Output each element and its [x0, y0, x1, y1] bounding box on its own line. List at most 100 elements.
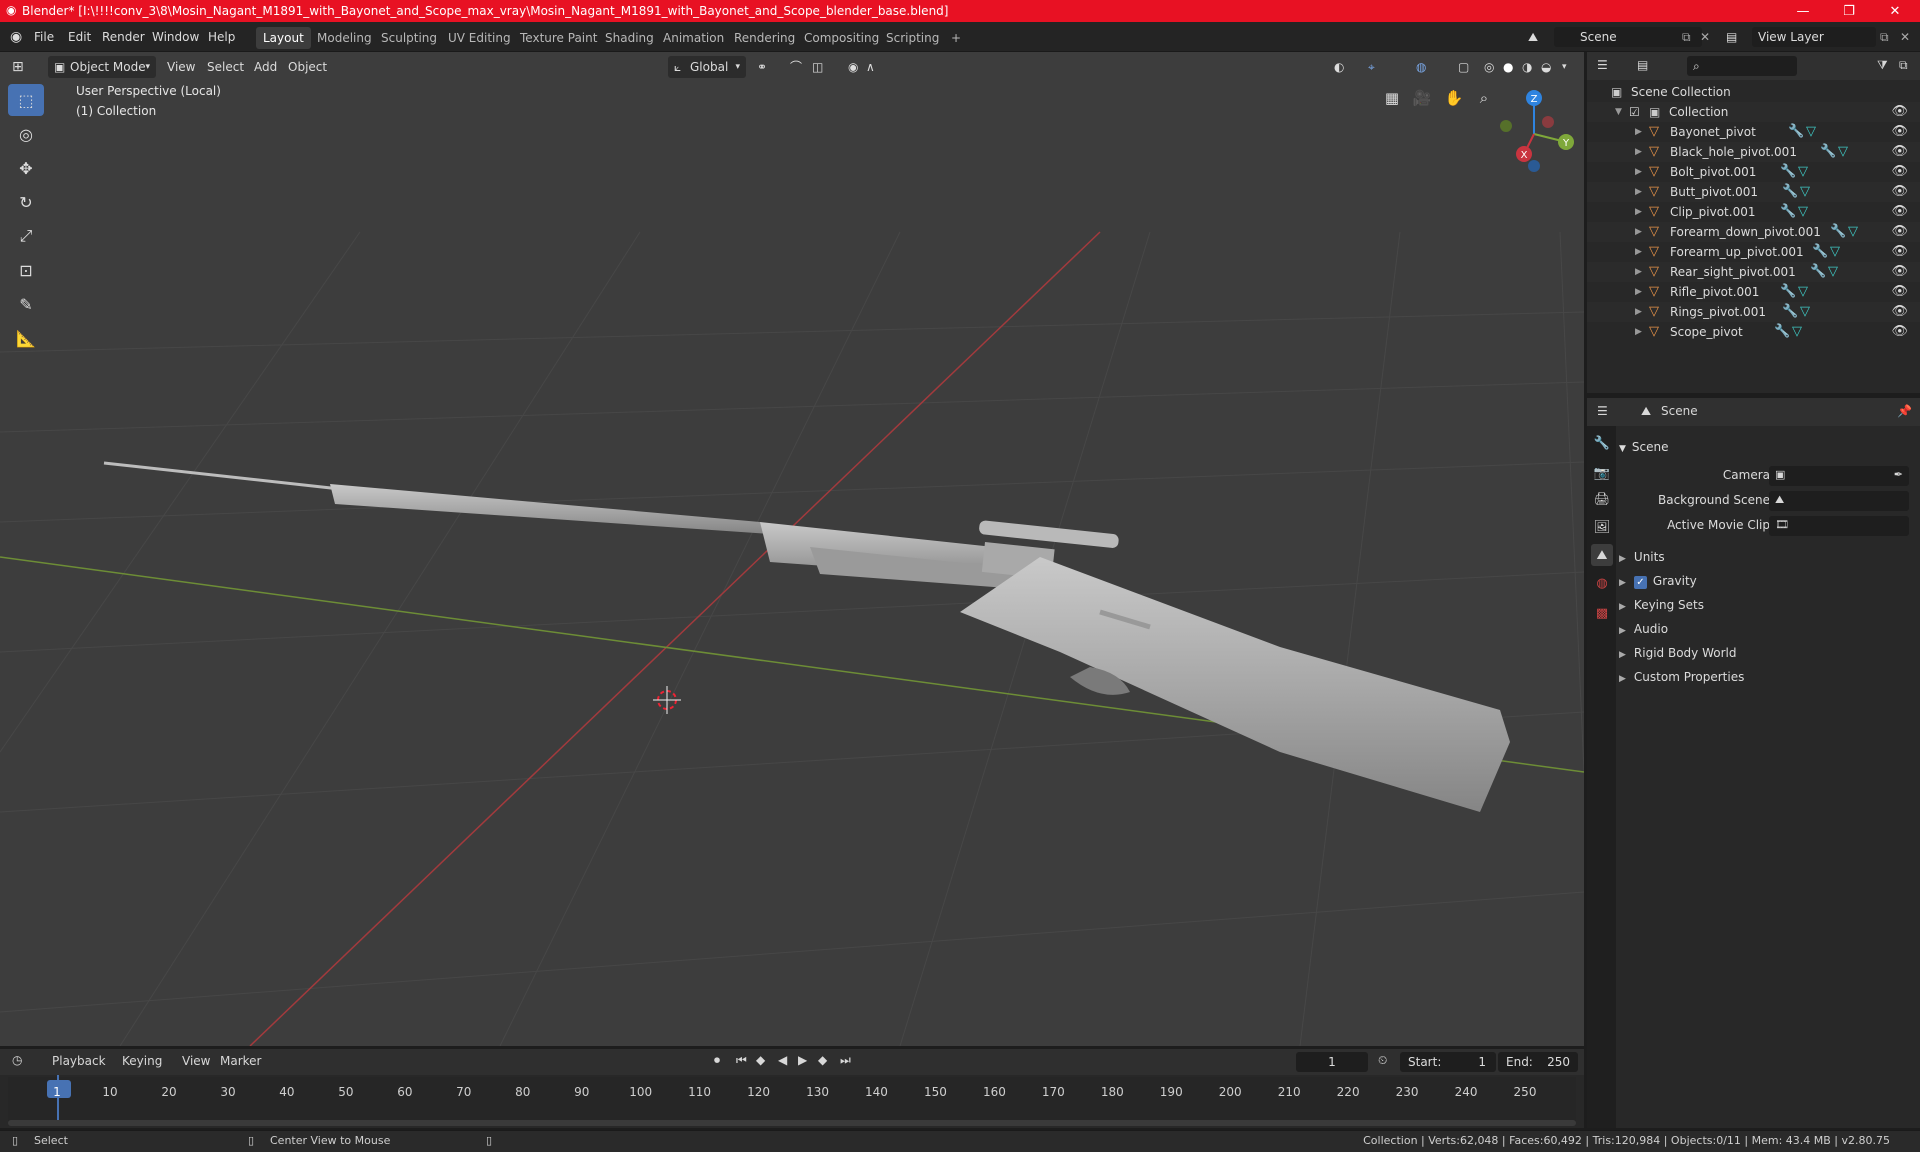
outliner-object-row[interactable]: ▶ ▽ Rifle_pivot.001 🔧 ▽ 👁	[1587, 282, 1920, 302]
snap-icon[interactable]: ⌒	[790, 56, 802, 78]
outliner-collection[interactable]: ▼ ☑ ▣ Collection 👁	[1587, 102, 1920, 122]
expand-triangle-icon[interactable]: ▶	[1635, 222, 1642, 242]
eye-icon[interactable]: 👁	[1891, 142, 1908, 162]
play-reverse-icon[interactable]: ◀	[778, 1053, 787, 1067]
property-field[interactable]: ⛰	[1769, 491, 1909, 511]
end-frame-field[interactable]: End: 250	[1498, 1052, 1578, 1072]
pivot-point-icon[interactable]: ⚭	[757, 56, 767, 78]
overlay-toggle-icon[interactable]: ◍	[1416, 56, 1426, 78]
delete-view-layer-icon[interactable]: ✕	[1900, 28, 1910, 46]
modifier-wrench-icon[interactable]: 🔧	[1812, 242, 1828, 262]
mesh-data-icon[interactable]: ▽	[1830, 242, 1840, 262]
outliner-search-input[interactable]: ⌕	[1687, 56, 1797, 76]
timeline-menu-marker[interactable]: Marker	[220, 1054, 261, 1068]
clock-icon[interactable]: ⏲	[1378, 1053, 1387, 1068]
expand-triangle-icon[interactable]: ▶	[1635, 282, 1642, 302]
outliner-object-row[interactable]: ▶ ▽ Bolt_pivot.001 🔧 ▽ 👁	[1587, 162, 1920, 182]
falloff-icon[interactable]: ∧	[866, 56, 875, 78]
close-button[interactable]: ✕	[1872, 0, 1918, 22]
eye-icon[interactable]: 👁	[1891, 122, 1908, 142]
checkbox-icon[interactable]: ☑	[1629, 102, 1640, 122]
mesh-data-icon[interactable]: ▽	[1792, 322, 1802, 342]
outliner-object-row[interactable]: ▶ ▽ Bayonet_pivot 🔧 ▽ 👁	[1587, 122, 1920, 142]
select-box-tool-icon[interactable]: ⬚	[8, 84, 44, 116]
new-scene-icon[interactable]: ⧉	[1682, 28, 1691, 46]
menu-window[interactable]: Window	[152, 28, 199, 46]
tab-compositing[interactable]: Compositing	[797, 27, 886, 49]
expand-triangle-icon[interactable]: ▶	[1635, 122, 1642, 142]
audio-panel[interactable]: ▶ Audio	[1619, 618, 1917, 640]
menu-file[interactable]: File	[34, 28, 54, 46]
minimize-button[interactable]: —	[1780, 0, 1826, 22]
outliner-scene-collection[interactable]: ▣ Scene Collection	[1587, 82, 1920, 102]
outliner-object-row[interactable]: ▶ ▽ Forearm_up_pivot.001 🔧 ▽ 👁	[1587, 242, 1920, 262]
outliner-object-row[interactable]: ▶ ▽ Clip_pivot.001 🔧 ▽ 👁	[1587, 202, 1920, 222]
rotate-tool-icon[interactable]: ↻	[8, 186, 44, 218]
mesh-data-icon[interactable]: ▽	[1800, 182, 1810, 202]
outliner-object-row[interactable]: ▶ ▽ Scope_pivot 🔧 ▽ 👁	[1587, 322, 1920, 342]
modifier-wrench-icon[interactable]: 🔧	[1780, 202, 1796, 222]
menu-help[interactable]: Help	[208, 28, 235, 46]
viewport-menu-select[interactable]: Select	[207, 56, 244, 78]
timeline-track[interactable]	[8, 1077, 1576, 1121]
tab-scripting[interactable]: Scripting	[879, 27, 946, 49]
rendered-shading-icon[interactable]: ◒	[1541, 56, 1551, 78]
expand-triangle-icon[interactable]: ▶	[1635, 162, 1642, 182]
mesh-data-icon[interactable]: ▽	[1798, 162, 1808, 182]
expand-triangle-icon[interactable]: ▶	[1635, 242, 1642, 262]
eye-icon[interactable]: 👁	[1891, 242, 1908, 262]
output-tab-icon[interactable]: 🖨	[1591, 488, 1613, 510]
eye-icon[interactable]: 👁	[1891, 102, 1908, 122]
jump-start-icon[interactable]: ⏮	[736, 1053, 747, 1068]
transform-orientation-dropdown[interactable]: ⟀ Global ▾	[668, 56, 746, 78]
next-keyframe-icon[interactable]: ◆	[818, 1053, 827, 1067]
mesh-data-icon[interactable]: ▽	[1848, 222, 1858, 242]
view-layer-field[interactable]: View Layer	[1752, 27, 1876, 47]
prev-keyframe-icon[interactable]: ◆	[756, 1053, 765, 1067]
expand-triangle-icon[interactable]: ▶	[1635, 182, 1642, 202]
eye-icon[interactable]: 👁	[1891, 322, 1908, 342]
outliner-object-row[interactable]: ▶ ▽ Black_hole_pivot.001 🔧 ▽ 👁	[1587, 142, 1920, 162]
tab-modeling[interactable]: Modeling	[310, 27, 379, 49]
mesh-data-icon[interactable]: ▽	[1798, 202, 1808, 222]
scene-panel-header[interactable]: ▼ Scene	[1619, 436, 1917, 458]
eye-icon[interactable]: 👁	[1891, 222, 1908, 242]
outliner-object-row[interactable]: ▶ ▽ Rings_pivot.001 🔧 ▽ 👁	[1587, 302, 1920, 322]
gizmo-toggle-icon[interactable]: ⌖	[1368, 56, 1375, 78]
scene-selector-icon[interactable]: ⛰	[1528, 28, 1538, 46]
timeline-menu-view[interactable]: View	[182, 1054, 210, 1068]
modifier-wrench-icon[interactable]: 🔧	[1782, 302, 1798, 322]
visibility-icon[interactable]: ◐	[1334, 56, 1344, 78]
eye-icon[interactable]: 👁	[1891, 302, 1908, 322]
scene-tab-icon[interactable]: ⛰	[1591, 544, 1613, 566]
new-view-layer-icon[interactable]: ⧉	[1880, 28, 1889, 46]
eye-icon[interactable]: 👁	[1891, 262, 1908, 282]
properties-editor-type-icon[interactable]: ☰	[1597, 404, 1608, 418]
modifier-wrench-icon[interactable]: 🔧	[1830, 222, 1846, 242]
mesh-data-icon[interactable]: ▽	[1800, 302, 1810, 322]
pan-view-icon[interactable]: ✋	[1440, 84, 1468, 112]
wireframe-shading-icon[interactable]: ◎	[1484, 56, 1494, 78]
tab-texture-paint[interactable]: Texture Paint	[513, 27, 604, 49]
render-tab-icon[interactable]: 📷	[1591, 462, 1613, 484]
units-panel[interactable]: ▶ Units	[1619, 546, 1917, 568]
maximize-button[interactable]: ❐	[1826, 0, 1872, 22]
tab-layout[interactable]: Layout	[256, 27, 311, 49]
expand-triangle-icon[interactable]: ▶	[1635, 302, 1642, 322]
menu-render[interactable]: Render	[102, 28, 145, 46]
modifier-wrench-icon[interactable]: 🔧	[1810, 262, 1826, 282]
new-collection-icon[interactable]: ⧉	[1899, 58, 1908, 73]
navigation-gizmo[interactable]: Z Y X	[1488, 86, 1578, 176]
eye-icon[interactable]: 👁	[1891, 182, 1908, 202]
current-frame-field[interactable]: 1	[1296, 1052, 1368, 1072]
expand-triangle-icon[interactable]: ▼	[1615, 102, 1622, 122]
custom-properties-panel[interactable]: ▶ Custom Properties	[1619, 666, 1917, 688]
world-tab-icon[interactable]: ◍	[1591, 572, 1613, 594]
texture-tab-icon[interactable]: ▩	[1591, 602, 1613, 624]
viewport-menu-object[interactable]: Object	[288, 56, 327, 78]
expand-triangle-icon[interactable]: ▶	[1635, 142, 1642, 162]
start-frame-field[interactable]: Start: 1	[1400, 1052, 1496, 1072]
cursor-tool-icon[interactable]: ◎	[8, 118, 44, 150]
timeline-editor[interactable]: ◷ Playback Keying View Marker ⏺ ⏮ ◆ ◀ ▶ …	[0, 1049, 1584, 1128]
solid-shading-icon[interactable]: ●	[1503, 56, 1513, 78]
